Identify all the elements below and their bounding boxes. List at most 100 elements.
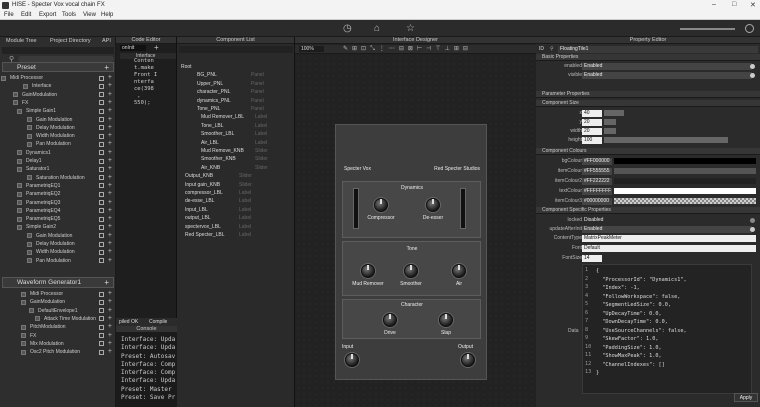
module-checkbox[interactable] xyxy=(29,308,34,314)
add-module-icon[interactable]: + xyxy=(108,199,112,206)
tab-project-directory[interactable]: Project Directory xyxy=(50,37,91,45)
module-bypass-icon[interactable] xyxy=(99,108,104,114)
component-specific-header[interactable]: Component Specific Properties xyxy=(536,207,760,214)
module-bypass-icon[interactable] xyxy=(99,183,104,189)
module-checkbox[interactable] xyxy=(21,324,26,330)
module-bypass-icon[interactable] xyxy=(99,133,104,139)
component-item[interactable]: dynamics_PNL Panel xyxy=(177,97,295,105)
add-module-icon[interactable]: + xyxy=(108,290,112,297)
module-checkbox[interactable] xyxy=(17,191,22,197)
preset-header[interactable]: Preset + xyxy=(2,62,114,72)
add-module-icon[interactable]: + xyxy=(108,182,112,189)
module-item[interactable]: Saturator1 + xyxy=(0,165,116,173)
component-search[interactable] xyxy=(179,46,293,53)
add-module-icon[interactable]: + xyxy=(108,348,112,355)
component-item[interactable]: Mud Remover_LBL Label xyxy=(177,113,295,121)
waveform-item[interactable]: Midi Processor + xyxy=(0,290,116,298)
compressor-knob[interactable] xyxy=(374,198,388,212)
visible-field[interactable]: Enabled xyxy=(582,71,752,79)
zoom-select[interactable]: 100% xyxy=(299,46,324,52)
add-module-icon[interactable]: + xyxy=(108,223,112,230)
waveform-item[interactable]: PitchModulation + xyxy=(0,323,116,331)
module-item[interactable]: Pan Modulation + xyxy=(0,257,116,265)
module-item[interactable]: FX + xyxy=(0,99,116,107)
component-colours-header[interactable]: Component Colours xyxy=(536,148,760,155)
component-item[interactable]: character_PNL Panel xyxy=(177,88,295,96)
code-text[interactable]: Conten t.make Front I nterfa ce(398 , 55… xyxy=(134,58,157,107)
contenttype-select[interactable]: MatrixPeakMeter xyxy=(582,234,756,242)
module-bypass-icon[interactable] xyxy=(99,341,104,347)
module-bypass-icon[interactable] xyxy=(99,308,104,314)
waveform-item[interactable]: FX + xyxy=(0,332,116,340)
tab-module-tree[interactable]: Module Tree xyxy=(6,37,37,45)
add-module-icon[interactable]: + xyxy=(108,74,112,81)
apply-button[interactable]: Apply xyxy=(734,393,758,402)
minimize-icon[interactable]: – xyxy=(712,1,716,8)
y-bar[interactable] xyxy=(604,119,616,125)
component-item[interactable]: Tone_PNL Panel xyxy=(177,105,295,113)
module-bypass-icon[interactable] xyxy=(99,83,104,89)
add-module-icon[interactable]: + xyxy=(108,132,112,139)
module-bypass-icon[interactable] xyxy=(99,333,104,338)
component-item[interactable]: de-esse_LBL Label xyxy=(177,197,295,205)
air-knob[interactable] xyxy=(452,264,466,278)
module-checkbox[interactable] xyxy=(21,299,26,305)
module-checkbox[interactable] xyxy=(17,224,22,230)
module-bypass-icon[interactable] xyxy=(99,258,104,264)
menu-tools[interactable]: Tools xyxy=(62,12,76,18)
module-bypass-icon[interactable] xyxy=(99,92,104,98)
component-item[interactable]: compressor_LBL Label xyxy=(177,189,295,197)
module-bypass-icon[interactable] xyxy=(99,324,104,330)
width-field[interactable]: 20 xyxy=(582,127,602,135)
height-field[interactable]: 100 xyxy=(582,136,602,144)
module-bypass-icon[interactable] xyxy=(99,117,104,122)
add-module-icon[interactable]: + xyxy=(108,298,112,305)
font-select[interactable]: Default xyxy=(582,244,756,252)
add-module-icon[interactable]: + xyxy=(108,307,112,314)
module-item[interactable]: Saturation Modulation + xyxy=(0,174,116,182)
component-item[interactable]: Input_LBL Label xyxy=(177,206,295,214)
enabled-toggle[interactable] xyxy=(750,63,755,69)
x-bar[interactable] xyxy=(604,110,624,116)
module-checkbox[interactable] xyxy=(27,175,32,181)
locked-toggle[interactable] xyxy=(750,217,755,223)
component-item[interactable]: Mud Remove_KNB Slider xyxy=(177,147,295,155)
module-bypass-icon[interactable] xyxy=(99,100,104,106)
add-module-icon[interactable]: + xyxy=(108,165,112,172)
itemcolour-swatch[interactable] xyxy=(614,168,756,174)
maximize-icon[interactable]: □ xyxy=(732,1,736,8)
add-module-icon[interactable]: + xyxy=(108,340,112,347)
module-bypass-icon[interactable] xyxy=(99,291,104,297)
add-module-icon[interactable]: + xyxy=(108,91,112,98)
parameter-properties-header[interactable]: Parameter Properties xyxy=(536,91,760,98)
module-checkbox[interactable] xyxy=(27,241,32,247)
module-item[interactable]: ParametriqEQ1 + xyxy=(0,182,116,190)
designer-tool-icons[interactable]: ✎⊞⊡⤡⋮⋯⊟⊠⊢⊣⊤⊥⊞⊟ xyxy=(343,45,472,53)
module-item[interactable]: GainModulation + xyxy=(0,91,116,99)
drive-knob[interactable] xyxy=(383,313,397,327)
input-gain-knob[interactable] xyxy=(345,353,359,367)
module-checkbox[interactable] xyxy=(17,150,22,156)
module-checkbox[interactable] xyxy=(17,158,22,164)
add-module-icon[interactable]: + xyxy=(108,82,112,89)
module-checkbox[interactable] xyxy=(23,83,28,89)
module-item[interactable]: Delay1 + xyxy=(0,157,116,165)
add-module-icon[interactable]: + xyxy=(108,190,112,197)
width-bar[interactable] xyxy=(604,128,616,134)
module-item[interactable]: ParametriqEQ4 + xyxy=(0,207,116,215)
module-checkbox[interactable] xyxy=(27,249,32,255)
module-checkbox[interactable] xyxy=(17,208,22,214)
module-checkbox[interactable] xyxy=(21,291,26,297)
height-bar[interactable] xyxy=(604,137,728,143)
id-field[interactable]: FloatingTile1 xyxy=(558,45,758,53)
menu-export[interactable]: Export xyxy=(39,12,56,18)
add-module-icon[interactable]: + xyxy=(108,232,112,239)
module-bypass-icon[interactable] xyxy=(99,249,104,255)
module-item[interactable]: Interface + xyxy=(0,82,116,90)
code-tab-oninit[interactable]: onInit xyxy=(120,45,146,51)
module-bypass-icon[interactable] xyxy=(99,158,104,164)
waveform-item[interactable]: Mix Modulation + xyxy=(0,340,116,348)
locked-field[interactable]: Disabled xyxy=(582,217,752,224)
module-checkbox[interactable] xyxy=(27,117,32,122)
module-item[interactable]: Delay Modulation + xyxy=(0,124,116,132)
